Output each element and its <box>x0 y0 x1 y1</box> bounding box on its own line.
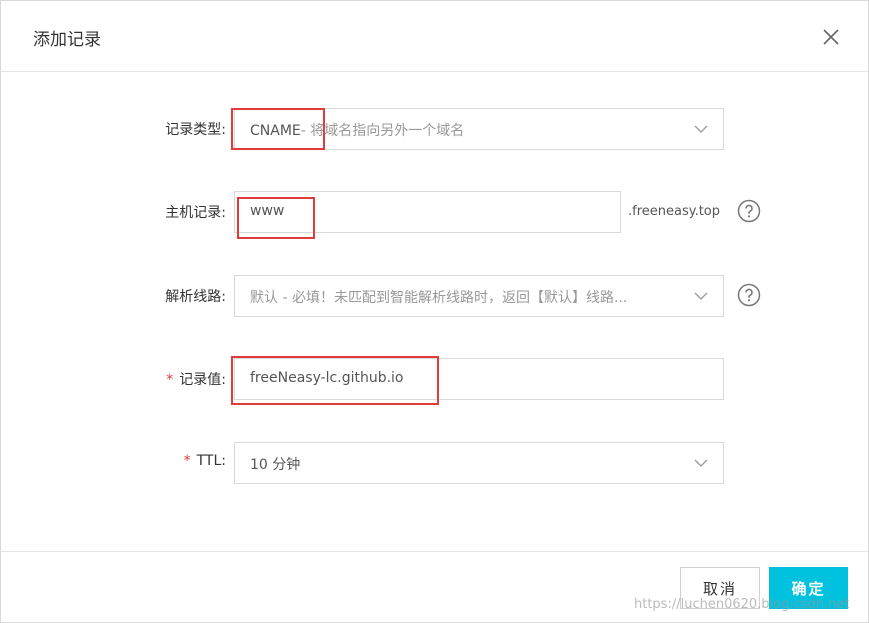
record-type-desc: - 将域名指向另外一个域名 <box>300 123 465 139</box>
ttl-value: 10 分钟 <box>250 457 301 473</box>
record-type-select[interactable]: CNAME- 将域名指向另外一个域名 <box>234 108 724 150</box>
record-value-label: * 记录值: <box>166 369 226 389</box>
ttl-row: * TTL: 10 分钟 <box>1 442 868 484</box>
chevron-down-icon <box>694 125 708 133</box>
required-mark: * <box>166 372 174 388</box>
ttl-label-text: TTL: <box>196 453 226 469</box>
resolve-line-value: 默认 - 必填！未匹配到智能解析线路时，返回【默认】线路... <box>250 290 628 306</box>
record-value-row: * 记录值: freeNeasy-lc.github.io <box>1 358 868 400</box>
help-icon[interactable] <box>737 283 761 307</box>
host-record-value: www <box>250 203 285 219</box>
ttl-label: * TTL: <box>184 453 226 469</box>
resolve-line-select[interactable]: 默认 - 必填！未匹配到智能解析线路时，返回【默认】线路... <box>234 275 724 317</box>
close-icon[interactable] <box>819 25 843 49</box>
record-value-text: freeNeasy-lc.github.io <box>250 370 404 386</box>
record-value-label-text: 记录值: <box>179 372 226 388</box>
chevron-down-icon <box>694 292 708 300</box>
resolve-line-label: 解析线路: <box>165 289 226 305</box>
dialog-footer: 取消 确定 <box>1 551 868 623</box>
record-type-label: 记录类型: <box>165 122 226 138</box>
host-record-label: 主机记录: <box>165 205 226 221</box>
help-icon[interactable] <box>737 199 761 223</box>
record-type-value: CNAME- 将域名指向另外一个域名 <box>250 120 464 140</box>
dialog-title: 添加记录 <box>33 30 101 50</box>
record-type-prefix: CNAME <box>250 123 301 139</box>
chevron-down-icon <box>694 459 708 467</box>
record-value-input[interactable]: freeNeasy-lc.github.io <box>234 358 724 400</box>
ttl-select[interactable]: 10 分钟 <box>234 442 724 484</box>
watermark: https://luchen0620.blog.csdn.net <box>634 597 850 612</box>
required-mark: * <box>183 453 191 469</box>
add-record-dialog: 添加记录 记录类型: CNAME- 将域名指向另外一个域名 主机记录: www … <box>0 0 869 623</box>
host-record-row: 主机记录: www .freeneasy.top <box>1 191 868 233</box>
resolve-line-row: 解析线路: 默认 - 必填！未匹配到智能解析线路时，返回【默认】线路... <box>1 275 868 317</box>
host-record-input[interactable]: www <box>234 191 621 233</box>
dialog-header: 添加记录 <box>1 1 868 72</box>
domain-suffix: .freeneasy.top <box>628 204 721 219</box>
record-type-row: 记录类型: CNAME- 将域名指向另外一个域名 <box>1 108 868 150</box>
